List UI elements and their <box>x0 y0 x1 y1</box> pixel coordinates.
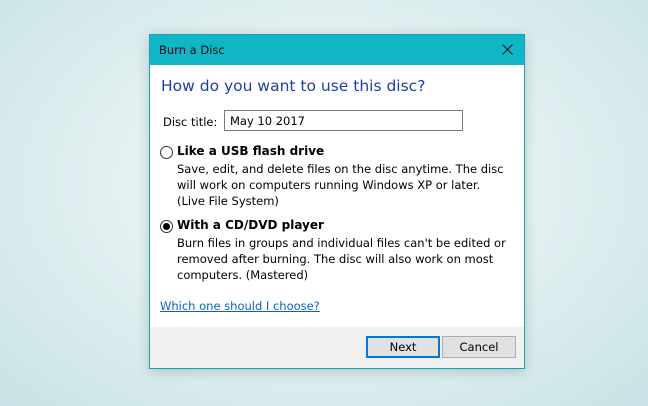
dialog-title: Burn a Disc <box>159 43 225 57</box>
title-bar: Burn a Disc <box>150 35 524 65</box>
usb-flash-drive-description: Save, edit, and delete files on the disc… <box>177 162 504 208</box>
disc-title-label: Disc title: <box>163 115 218 129</box>
button-bar: Next Cancel <box>150 327 524 368</box>
next-button[interactable]: Next <box>366 336 440 358</box>
cd-dvd-player-title: With a CD/DVD player <box>177 218 324 232</box>
close-button[interactable] <box>490 35 524 65</box>
disc-title-input[interactable] <box>224 110 463 131</box>
cd-dvd-player-radio[interactable] <box>160 220 173 233</box>
help-link[interactable]: Which one should I choose? <box>160 299 320 313</box>
cancel-button[interactable]: Cancel <box>442 336 516 358</box>
dialog-heading: How do you want to use this disc? <box>161 77 426 95</box>
usb-flash-drive-title: Like a USB flash drive <box>177 144 325 158</box>
usb-flash-drive-radio[interactable] <box>160 146 173 159</box>
cd-dvd-player-description: Burn files in groups and individual file… <box>177 236 506 282</box>
close-icon <box>502 44 513 55</box>
burn-disc-dialog: Burn a Disc How do you want to use this … <box>149 34 525 369</box>
